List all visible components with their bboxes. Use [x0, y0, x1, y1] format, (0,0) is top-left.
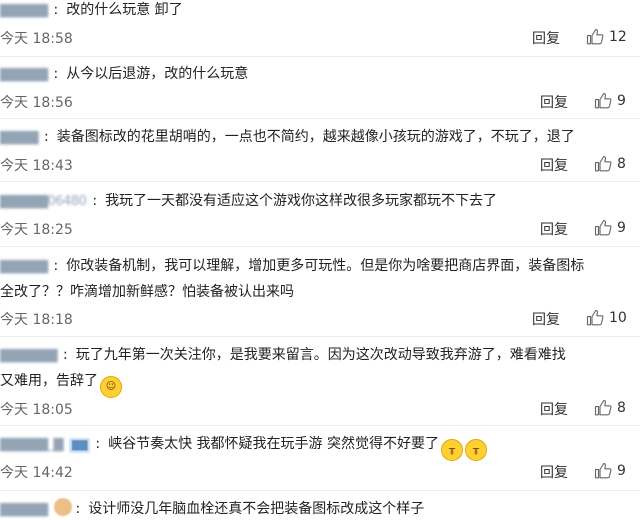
- like-button[interactable]: 9: [594, 219, 626, 237]
- comment-text: 我玩了一天都没有适应这个游戏你这样改很多玩家都玩不下去了: [105, 193, 498, 209]
- thumbs-up-icon: [594, 399, 612, 416]
- comment-text: 改的什么玩意 卸了: [66, 2, 183, 18]
- username[interactable]: ▇▇▇▇▇_▇: [0, 435, 64, 455]
- like-button[interactable]: 12: [586, 28, 627, 46]
- like-button[interactable]: 10: [586, 309, 627, 327]
- reply-button[interactable]: 回复: [532, 28, 560, 48]
- username[interactable]: ▇▇▇▇▇: [0, 65, 48, 85]
- timestamp: 今天 18:56: [0, 95, 73, 111]
- level-badge: ▇▇: [69, 438, 91, 453]
- comment-text: 你改装备机制，我可以理解，增加更多可玩性。但是你为啥要把商店界面，装备图标: [66, 258, 585, 274]
- reply-button[interactable]: 回复: [540, 155, 568, 175]
- comment-line: ▇▇▇▇▇: 设计师没几年脑血栓还真不会把装备图标改成这个样子: [0, 498, 630, 520]
- divider: [0, 118, 640, 119]
- comment-text-continued: 又难用，告辞了: [0, 373, 98, 389]
- crying-emoji-icon: ╥: [465, 439, 488, 461]
- like-count: 12: [609, 29, 627, 45]
- like-button[interactable]: 9: [594, 92, 626, 110]
- like-count: 9: [617, 220, 626, 236]
- comment-text: 玩了九年第一次关注你，是我要来留言。因为这次改动导致我弃游了，难看难找: [75, 347, 566, 363]
- comment-text: 设计师没几年脑血栓还真不会把装备图标改成这个样子: [88, 501, 425, 517]
- divider: [0, 490, 640, 491]
- username[interactable]: ▇▇▇▇▇: [0, 500, 48, 520]
- timestamp: 今天 18:18: [0, 312, 73, 328]
- comment-line: ▇▇▇▇▇06480: 我玩了一天都没有适应这个游戏你这样改很多玩家都玩不下去了: [0, 191, 630, 212]
- reply-button[interactable]: 回复: [540, 92, 568, 112]
- reply-button[interactable]: 回复: [540, 399, 568, 419]
- avatar: [53, 498, 72, 516]
- comment-text: 装备图标改的花里胡哨的，一点也不简约，越来越像小孩玩的游戏了，不玩了，退了: [56, 129, 575, 145]
- comment-line: ▇▇▇▇▇_▇ ▇▇: 峡谷节奏太快 我都怀疑我在玩手游 突然觉得不好要了 ╥ ╥: [0, 434, 630, 461]
- like-count: 8: [617, 156, 626, 172]
- divider: [0, 336, 640, 337]
- divider: [0, 425, 640, 426]
- comment-line: ▇▇▇▇▇: 从今以后退游，改的什么玩意: [0, 64, 630, 85]
- like-button[interactable]: 9: [594, 462, 626, 480]
- divider: [0, 181, 640, 182]
- divider: [0, 56, 640, 57]
- comment-line: ▇▇▇▇: 装备图标改的花里胡哨的，一点也不简约，越来越像小孩玩的游戏了，不玩了，…: [0, 127, 630, 148]
- thumbs-up-icon: [594, 155, 612, 172]
- like-count: 9: [617, 463, 626, 479]
- username[interactable]: ▇▇▇▇▇: [0, 1, 48, 21]
- comment-line: 又难用，告辞了 ☺: [0, 371, 630, 398]
- comment-line: ▇▇▇▇▇: 改的什么玩意 卸了: [0, 0, 630, 21]
- comment-text: 峡谷节奏太快 我都怀疑我在玩手游 突然觉得不好要了: [108, 436, 440, 452]
- comment-text-continued: 全改了？？咋滴增加新鲜感？怕装备被认出来吗: [0, 284, 294, 300]
- comment-text: 从今以后退游，改的什么玩意: [66, 66, 249, 82]
- like-button[interactable]: 8: [594, 399, 626, 417]
- timestamp: 今天 18:43: [0, 158, 73, 174]
- username[interactable]: ▇▇▇▇▇06480: [0, 192, 87, 212]
- crying-emoji-icon: ╥: [441, 439, 464, 461]
- thumbs-up-icon: [586, 28, 604, 45]
- username[interactable]: ▇▇▇▇▇: [0, 257, 48, 277]
- like-count: 9: [617, 93, 626, 109]
- timestamp: 今天 18:58: [0, 31, 73, 47]
- thumbs-up-icon: [594, 462, 612, 479]
- comment-line: ▇▇▇▇▇: 你改装备机制，我可以理解，增加更多可玩性。但是你为啥要把商店界面，装…: [0, 256, 630, 277]
- reply-button[interactable]: 回复: [532, 309, 560, 329]
- reply-button[interactable]: 回复: [540, 219, 568, 239]
- timestamp: 今天 18:05: [0, 402, 73, 418]
- username[interactable]: ▇▇▇▇▇▇: [0, 346, 58, 366]
- like-count: 8: [617, 400, 626, 416]
- comment-line: ▇▇▇▇▇▇: 玩了九年第一次关注你，是我要来留言。因为这次改动导致我弃游了，难看…: [0, 345, 630, 366]
- thumbs-up-icon: [586, 309, 604, 326]
- like-button[interactable]: 8: [594, 155, 626, 173]
- emoji-icon: ☺: [100, 376, 122, 398]
- thumbs-up-icon: [594, 219, 612, 236]
- reply-button[interactable]: 回复: [540, 462, 568, 482]
- username[interactable]: ▇▇▇▇: [0, 128, 39, 148]
- timestamp: 今天 18:25: [0, 222, 73, 238]
- thumbs-up-icon: [594, 92, 612, 109]
- comment-line: 全改了？？咋滴增加新鲜感？怕装备被认出来吗: [0, 282, 630, 302]
- like-count: 10: [609, 310, 627, 326]
- timestamp: 今天 14:42: [0, 465, 73, 481]
- divider: [0, 246, 640, 247]
